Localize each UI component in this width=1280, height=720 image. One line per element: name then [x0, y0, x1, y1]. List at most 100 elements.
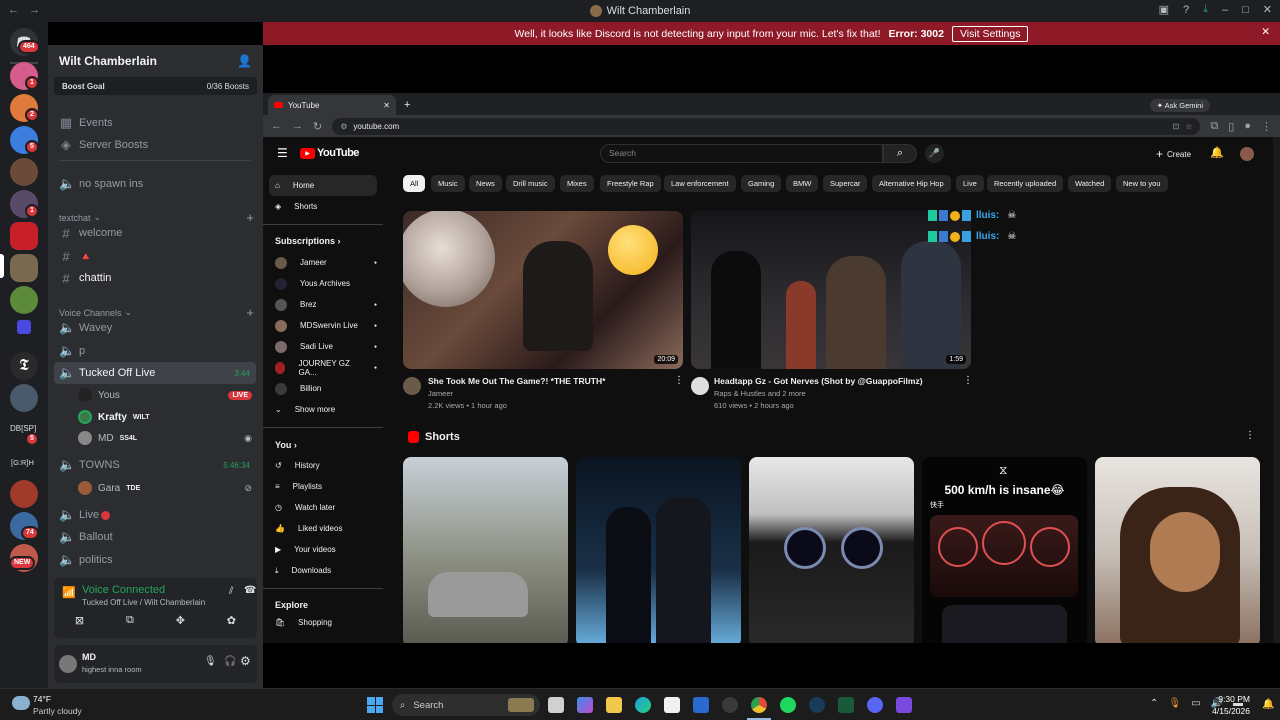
copilot-icon[interactable]	[577, 697, 593, 713]
create-button[interactable]: + Create	[1156, 147, 1191, 161]
disconnect-icon[interactable]: ☎	[244, 585, 256, 596]
xbox-icon[interactable]	[838, 697, 854, 713]
server-icon-14[interactable]	[10, 480, 38, 508]
chrome-icon[interactable]	[751, 697, 767, 713]
voice-status[interactable]: Voice Connected	[82, 584, 165, 596]
chip[interactable]: Watched	[1068, 175, 1112, 192]
channel-avatar[interactable]	[691, 377, 709, 395]
help-icon[interactable]: ?	[1183, 4, 1189, 16]
chip[interactable]: BMW	[786, 175, 819, 192]
video-title[interactable]: Headtapp Gz - Got Nerves (Shot by @Guapp…	[714, 376, 923, 386]
search-button[interactable]: ⌕	[883, 144, 917, 163]
voice-user-krafty[interactable]: Krafty WILT	[78, 407, 150, 427]
server-icon-10[interactable]: 𝕿	[10, 352, 38, 380]
chip[interactable]: Supercar	[823, 175, 868, 192]
video-title[interactable]: She Took Me Out The Game?! *THE TRUTH*	[428, 376, 605, 386]
close-icon[interactable]: ✕	[1263, 3, 1272, 16]
server-header[interactable]: Wilt Chamberlain 👤	[48, 45, 263, 77]
guide-watch-later[interactable]: ◷ Watch later	[269, 497, 377, 518]
boost-goal[interactable]: Boost Goal 0/36 Boosts	[54, 77, 257, 95]
voice-user-md[interactable]: MD SS4L ◉	[78, 428, 252, 448]
guide-downloads[interactable]: ⤓ Downloads	[269, 560, 377, 581]
sub-item[interactable]: Sadi Live ●	[269, 336, 377, 357]
server-icon-8[interactable]	[10, 286, 38, 314]
chip[interactable]: Drill music	[506, 175, 555, 192]
sidepanel-icon[interactable]: ▯	[1228, 120, 1234, 133]
tab-youtube[interactable]: YouTube ✕	[268, 95, 396, 115]
voice-towns[interactable]: 🔈 TOWNS 5:46:34	[54, 454, 256, 476]
voice-search-icon[interactable]: 🎤	[925, 144, 944, 163]
windows-start-icon[interactable]	[367, 697, 383, 713]
chip[interactable]: Mixes	[560, 175, 594, 192]
edge-icon[interactable]	[635, 697, 651, 713]
chip[interactable]: Music	[431, 175, 465, 192]
video-channel[interactable]: Raps & Hustles and 2 more	[714, 389, 806, 398]
sub-item[interactable]: Brez ●	[269, 294, 377, 315]
you-header[interactable]: You ›	[275, 440, 297, 450]
chip[interactable]: All	[403, 175, 426, 192]
visit-settings-button[interactable]: Visit Settings	[951, 25, 1029, 42]
microphone-icon[interactable]: 🎙	[204, 656, 217, 667]
video-thumbnail[interactable]: 20:09	[403, 211, 683, 369]
folder-icon[interactable]	[17, 320, 31, 334]
noise-suppression-icon[interactable]: ⫽	[229, 586, 233, 597]
invite-icon[interactable]: 👤	[237, 54, 252, 68]
sub-item[interactable]: Jameer ●	[269, 252, 377, 273]
guide-shorts[interactable]: ◈ Shorts	[269, 196, 377, 217]
back-icon[interactable]: ←	[8, 4, 19, 16]
spotify-icon[interactable]	[780, 697, 796, 713]
chip[interactable]: Freestyle Rap	[600, 175, 661, 192]
address-bar[interactable]: ⚙ youtube.com ⊡ ☆	[332, 117, 1201, 135]
maximize-icon[interactable]: □	[1242, 4, 1249, 16]
search-input[interactable]: Search	[600, 144, 883, 163]
inbox-icon[interactable]: ▣	[1159, 3, 1169, 16]
sub-item[interactable]: Billion	[269, 378, 377, 399]
voice-user-yous[interactable]: Yous LIVE	[78, 385, 252, 405]
more-options-icon[interactable]: ⋮	[674, 375, 684, 386]
guide-your-videos[interactable]: ▶ Your videos	[269, 539, 377, 560]
store-icon[interactable]	[664, 697, 680, 713]
guide-playlists[interactable]: ≡ Playlists	[269, 476, 377, 497]
voice-live[interactable]: 🔈 Live	[54, 504, 256, 526]
voice-politics[interactable]: 🔈 politics	[54, 549, 256, 571]
voice-wavey[interactable]: 🔈 Wavey	[54, 317, 256, 339]
server-text-icon[interactable]: [G:R]H	[11, 458, 34, 467]
chip[interactable]: Gaming	[741, 175, 782, 192]
clock-time[interactable]: 9:30 PM	[1210, 694, 1250, 704]
channel-welcome[interactable]: # welcome	[54, 222, 256, 244]
server-icon-6[interactable]	[10, 222, 38, 250]
back-icon[interactable]: ←	[271, 120, 282, 132]
short-thumbnail[interactable]	[749, 457, 914, 643]
notifications-bell-icon[interactable]: 🔔	[1210, 146, 1224, 159]
chip[interactable]: Live	[956, 175, 984, 192]
channel-chattin[interactable]: # chattin	[54, 267, 256, 289]
short-thumbnail[interactable]	[403, 457, 568, 643]
events-item[interactable]: ▦ Events	[54, 112, 256, 134]
headphones-icon[interactable]: 🎧	[224, 656, 236, 667]
channel-no-spawn[interactable]: 🔈 no spawn ins	[54, 173, 256, 195]
forward-icon[interactable]: →	[29, 4, 40, 16]
short-thumbnail[interactable]	[576, 457, 741, 643]
avatar[interactable]	[59, 655, 77, 673]
account-avatar[interactable]	[1240, 147, 1254, 161]
extensions-icon[interactable]: ⧉	[1210, 120, 1218, 133]
screenshare-icon[interactable]: ⧉	[126, 614, 134, 627]
server-icon-4[interactable]	[10, 158, 38, 186]
channel-emoji[interactable]: # 🔺	[54, 245, 256, 267]
chip[interactable]: News	[469, 175, 502, 192]
reload-icon[interactable]: ↻	[313, 120, 322, 133]
weather-cloud-icon[interactable]	[12, 696, 30, 710]
server-boosts-item[interactable]: ◈ Server Boosts	[54, 134, 256, 156]
guide-shopping[interactable]: 🛍 Shopping	[269, 612, 377, 633]
show-more[interactable]: ⌄ Show more	[269, 399, 377, 420]
channel-avatar[interactable]	[403, 377, 421, 395]
microphone-icon[interactable]: 🎙	[1168, 698, 1181, 709]
steam-icon[interactable]	[809, 697, 825, 713]
chip[interactable]: New to you	[1116, 175, 1168, 192]
short-thumbnail[interactable]	[1095, 457, 1260, 643]
server-icon-11[interactable]	[10, 384, 38, 412]
youtube-logo[interactable]: ▶ YouTube	[300, 147, 359, 159]
guide-home[interactable]: ⌂ Home	[269, 175, 377, 196]
voice-tucked-off-live[interactable]: 🔈 Tucked Off Live 3:44	[54, 362, 256, 384]
settings-icon[interactable]: ⚙	[240, 654, 251, 668]
